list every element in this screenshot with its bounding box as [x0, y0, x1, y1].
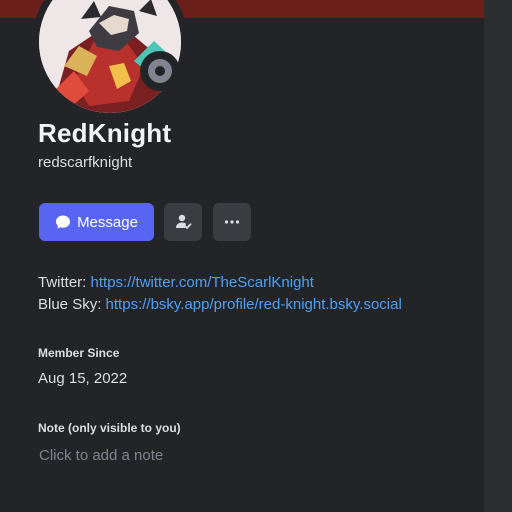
avatar-container[interactable] [32, 0, 196, 120]
username: redscarfknight [38, 154, 133, 171]
bio-line-twitter: Twitter: https://twitter.com/TheScarlKni… [38, 272, 402, 294]
note-heading: Note (only visible to you) [38, 421, 181, 435]
message-button-label: Message [77, 213, 138, 231]
offline-status-icon [148, 59, 172, 83]
about-me: Twitter: https://twitter.com/TheScarlKni… [38, 272, 402, 316]
member-since-heading: Member Since [38, 346, 120, 360]
bluesky-link[interactable]: https://bsky.app/profile/red-knight.bsky… [106, 296, 402, 313]
chat-bubble-icon [56, 215, 71, 229]
add-friend-icon [176, 214, 192, 229]
display-name: RedKnight [38, 118, 172, 148]
message-button[interactable]: Message [39, 203, 154, 241]
bluesky-label: Blue Sky: [38, 296, 102, 313]
twitter-label: Twitter: [38, 274, 87, 291]
note-input[interactable] [38, 444, 459, 466]
twitter-link[interactable]: https://twitter.com/TheScarlKnight [91, 274, 314, 291]
adjacent-panel [484, 0, 512, 512]
profile-panel: RedKnight redscarfknight Message Twitter… [0, 0, 484, 512]
add-friend-button[interactable] [164, 203, 202, 241]
bio-line-bluesky: Blue Sky: https://bsky.app/profile/red-k… [38, 294, 402, 316]
more-options-button[interactable] [213, 203, 251, 241]
status-indicator [140, 51, 180, 91]
member-since-date: Aug 15, 2022 [38, 370, 128, 387]
more-icon [224, 220, 240, 224]
